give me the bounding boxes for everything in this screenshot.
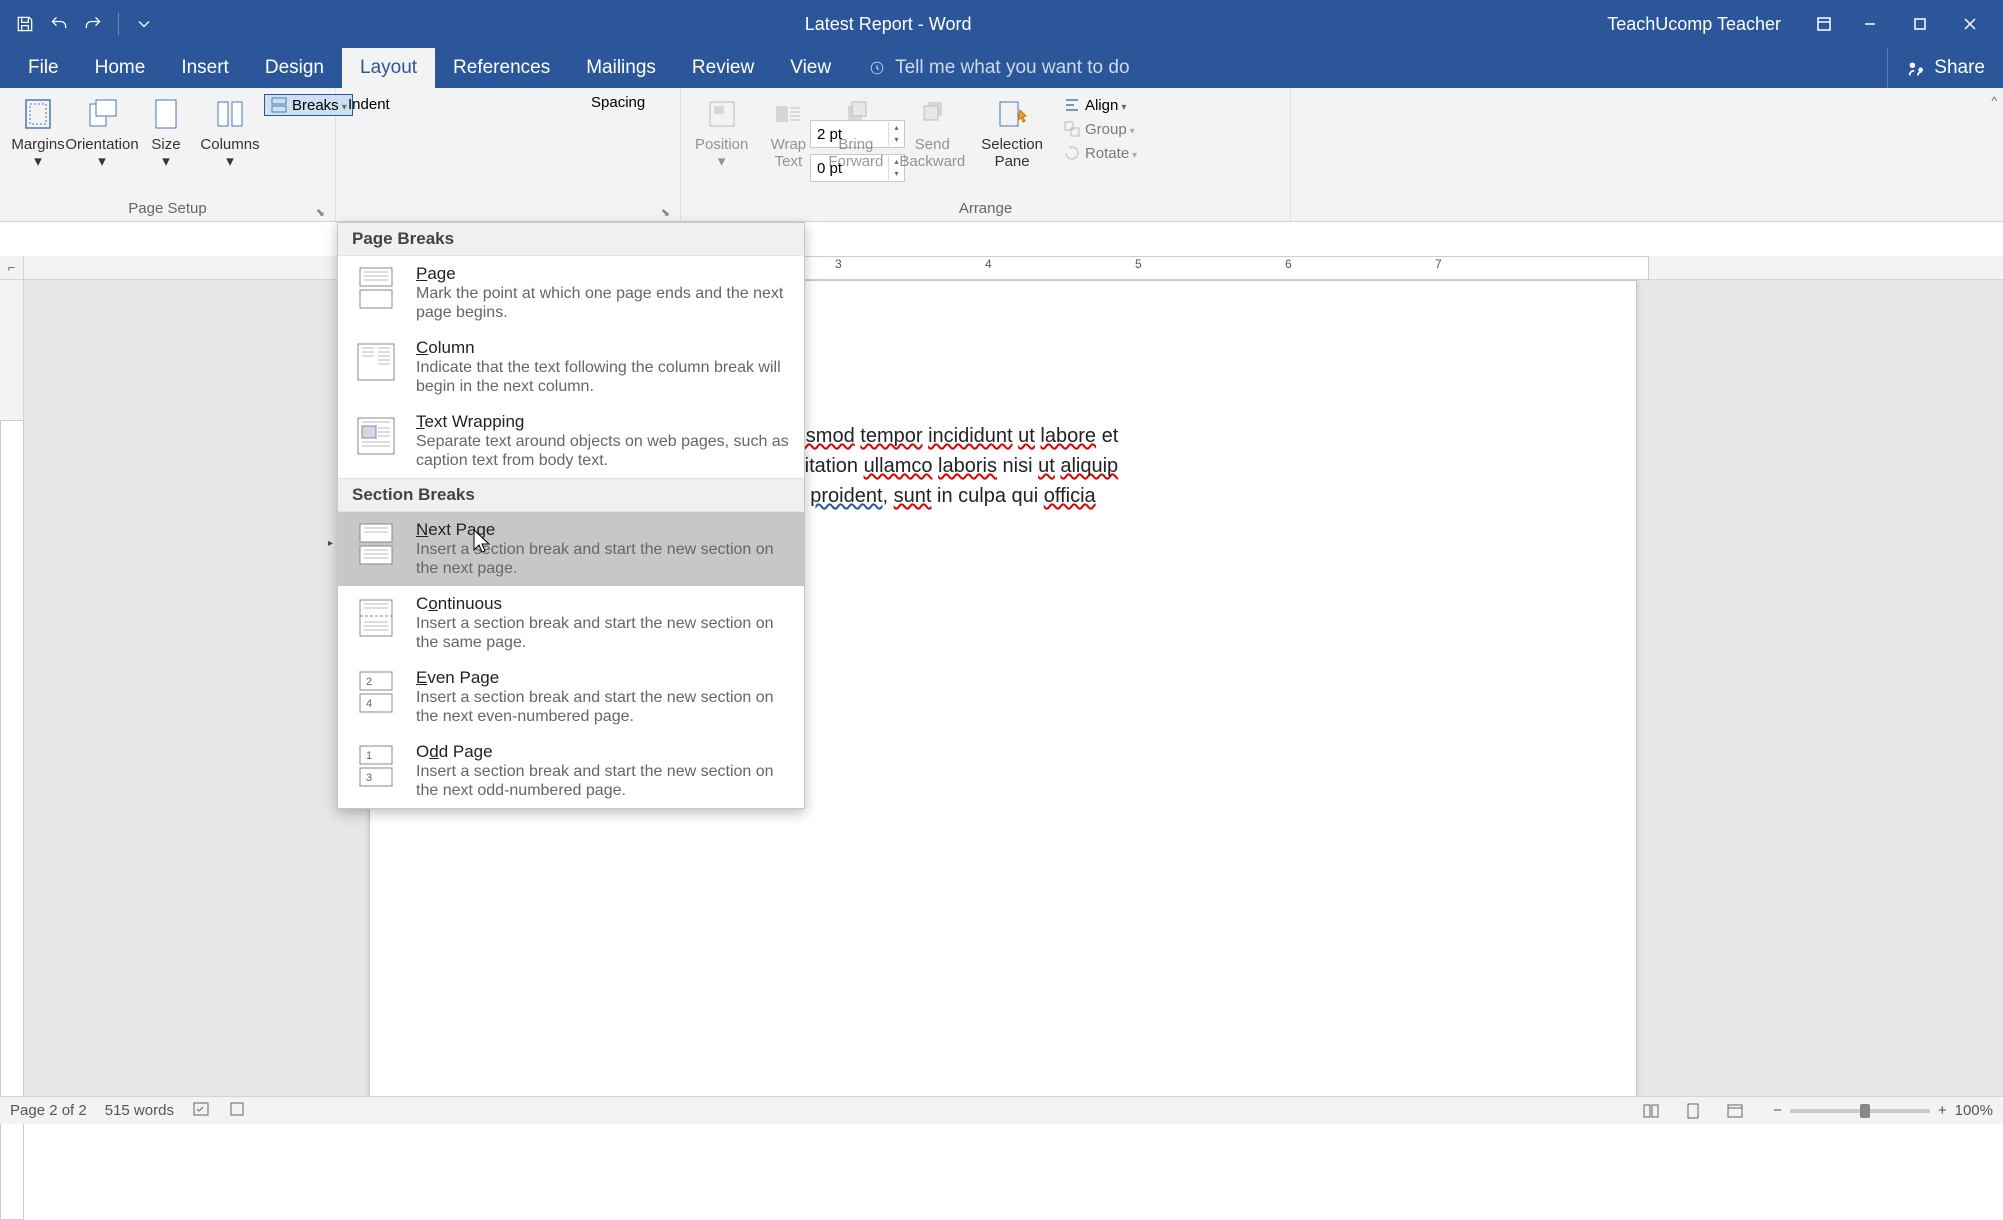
dd-item-continuous[interactable]: ContinuousInsert a section break and sta… [338,586,804,660]
save-icon[interactable] [12,11,38,37]
odd-page-break-icon: 13 [352,742,402,792]
dd-item-page[interactable]: PageMark the point at which one page end… [338,256,804,330]
dd-header-section-breaks: Section Breaks [338,478,804,512]
tab-insert[interactable]: Insert [163,48,247,88]
tab-view[interactable]: View [772,48,849,88]
tab-design[interactable]: Design [247,48,342,88]
tab-layout[interactable]: Layout [342,48,435,88]
rotate-button: Rotate [1057,142,1143,164]
macro-record-icon[interactable] [228,1100,246,1122]
maximize-icon[interactable] [1897,8,1943,40]
selection-pane-button[interactable]: Selection Pane [975,92,1049,174]
close-icon[interactable] [1947,8,1993,40]
wrap-text-button: Wrap Text [758,92,818,174]
margins-button[interactable]: Margins▾ [8,92,68,174]
spell-check-icon[interactable] [192,1100,210,1122]
ruler-corner: ⌐ [0,256,24,280]
continuous-break-icon [352,594,402,644]
size-button[interactable]: Size▾ [136,92,196,174]
title-bar: Latest Report - Word TeachUcomp Teacher [0,0,2003,48]
dd-item-even-page[interactable]: 24 Even PageInsert a section break and s… [338,660,804,734]
zoom-out-button[interactable]: − [1773,1102,1782,1119]
zoom-slider[interactable] [1790,1109,1930,1113]
group-page-setup: Margins▾ Orientation▾ Size▾ Columns▾ Bre… [0,88,336,221]
tab-home[interactable]: Home [77,48,164,88]
svg-text:1: 1 [366,750,372,762]
minimize-icon[interactable] [1847,8,1893,40]
zoom-controls: − + 100% [1773,1102,1993,1119]
text-wrapping-break-icon [352,412,402,462]
page-break-icon [352,264,402,314]
web-layout-icon[interactable] [1715,1100,1755,1122]
columns-button[interactable]: Columns▾ [200,92,260,174]
even-page-break-icon: 24 [352,668,402,718]
group-label-arrange: Arrange [689,198,1282,221]
bring-forward-button: Bring Forward [822,92,889,174]
document-title: Latest Report - Word [169,14,1607,35]
share-button[interactable]: Share [1887,48,2003,88]
send-backward-button: Send Backward [893,92,971,174]
dd-item-next-page[interactable]: Next PageInsert a section break and star… [338,512,804,586]
dd-header-page-breaks: Page Breaks [338,223,804,256]
zoom-level[interactable]: 100% [1955,1102,1993,1119]
dd-item-odd-page[interactable]: 13 Odd PageInsert a section break and st… [338,734,804,808]
group-label-paragraph [344,198,672,221]
tell-me-search[interactable]: Tell me what you want to do [867,48,1887,88]
window-controls [1847,8,2003,40]
breaks-dropdown: Page Breaks PageMark the point at which … [337,222,805,809]
tab-review[interactable]: Review [674,48,772,88]
spacing-label: Spacing [587,92,649,113]
ribbon-display-options-icon[interactable] [1801,8,1847,40]
view-buttons [1631,1100,1755,1122]
dd-item-text-wrapping[interactable]: Text WrappingSeparate text around object… [338,404,804,478]
tab-references[interactable]: References [435,48,568,88]
ribbon: Margins▾ Orientation▾ Size▾ Columns▾ Bre… [0,88,2003,222]
position-button: Position▾ [689,92,754,174]
vertical-ruler[interactable] [0,280,24,1096]
ribbon-tabs: File Home Insert Design Layout Reference… [0,48,2003,88]
column-break-icon [352,338,402,388]
read-mode-icon[interactable] [1631,1100,1671,1122]
zoom-in-button[interactable]: + [1938,1102,1947,1119]
indent-label: Indent [344,94,459,115]
align-button[interactable]: Align [1057,94,1143,116]
status-bar: Page 2 of 2 515 words − + 100% [0,1096,2003,1124]
next-page-break-icon [352,520,402,570]
svg-text:4: 4 [366,698,372,710]
document-area: nsectetur adipisicing elit, sed do eiusm… [24,280,2003,1096]
collapse-ribbon-icon[interactable]: ^ [1991,94,1997,108]
page-count[interactable]: Page 2 of 2 [10,1102,87,1119]
horizontal-ruler[interactable]: 2 3 4 5 6 7 [24,256,2003,280]
orientation-button[interactable]: Orientation▾ [72,92,132,174]
tab-file[interactable]: File [10,48,77,88]
undo-icon[interactable] [46,11,72,37]
word-count[interactable]: 515 words [105,1102,174,1119]
group-paragraph: Indent Spacing 2 pt▴▾ 0 pt▴▾ [336,88,681,221]
tab-mailings[interactable]: Mailings [568,48,674,88]
customize-qat-icon[interactable] [131,11,157,37]
group-label-page-setup: Page Setup [8,198,327,221]
print-layout-icon[interactable] [1673,1100,1713,1122]
user-name: TeachUcomp Teacher [1607,14,1781,35]
svg-text:2: 2 [366,676,372,688]
redo-icon[interactable] [80,11,106,37]
quick-access-toolbar [0,11,169,37]
group-arrange: Position▾ Wrap Text Bring Forward Send B… [681,88,1291,221]
dd-item-column[interactable]: ColumnIndicate that the text following t… [338,330,804,404]
svg-text:3: 3 [366,772,372,784]
mouse-cursor-icon [472,528,492,561]
group-button: Group [1057,118,1143,140]
